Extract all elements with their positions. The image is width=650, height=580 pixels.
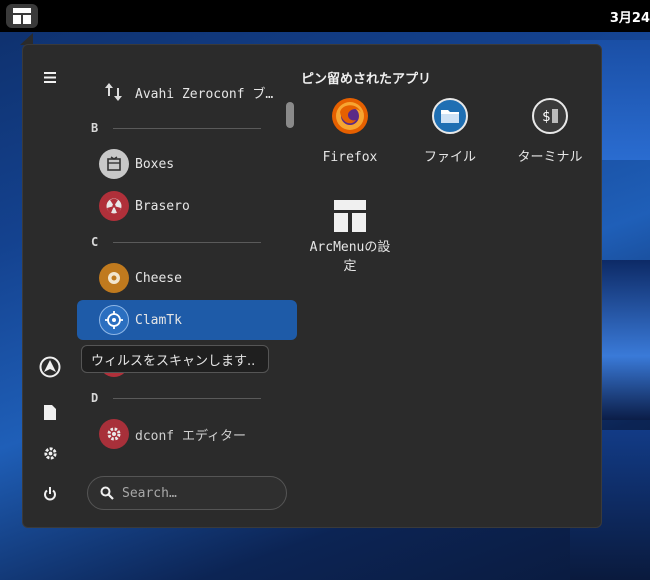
pinned-app-label: ターミナル xyxy=(517,150,583,165)
brasero-icon xyxy=(99,191,129,221)
app-item-boxes[interactable]: Boxes xyxy=(77,144,297,184)
firefox-icon xyxy=(332,98,368,134)
app-label: Brasero xyxy=(135,198,190,214)
arcmenu-layout-icon xyxy=(13,8,31,24)
dconf-icon xyxy=(99,419,129,449)
section-header-d: D xyxy=(91,390,261,406)
app-label: Boxes xyxy=(135,156,175,172)
arrows-icon xyxy=(99,77,129,107)
power-icon[interactable] xyxy=(38,482,62,506)
pinned-app-label: ファイル xyxy=(423,150,476,165)
pinned-app-files[interactable]: ファイル xyxy=(400,98,500,167)
files-icon xyxy=(432,98,468,134)
app-item-avahi[interactable]: Avahi Zeroconf ブ… xyxy=(77,72,297,112)
arcmenu-button[interactable] xyxy=(6,4,38,28)
tooltip: ウィルスをスキャンします.. xyxy=(81,345,269,373)
svg-text:$: $ xyxy=(542,109,550,125)
search-box[interactable] xyxy=(87,476,287,510)
app-label: ClamTk xyxy=(135,312,182,328)
app-label: dconf エディター xyxy=(135,428,247,444)
pinned-apps-title: ピン留めされたアプリ xyxy=(301,72,432,87)
terminal-icon: $ xyxy=(532,98,568,134)
pinned-app-arcmenu-settings[interactable]: ArcMenuの設定 xyxy=(300,198,400,276)
document-icon[interactable] xyxy=(38,400,62,424)
app-label: Cheese xyxy=(135,270,182,286)
cheese-icon xyxy=(99,263,129,293)
scrollbar-thumb[interactable] xyxy=(286,102,294,128)
gear-icon[interactable] xyxy=(38,441,62,465)
clock[interactable]: 3月24 xyxy=(610,7,650,26)
app-item-clamtk[interactable]: ClamTk xyxy=(77,300,297,340)
pinned-app-label: Firefox xyxy=(322,150,378,165)
section-header-c: C xyxy=(91,234,261,250)
app-label: Avahi Zeroconf ブ… xyxy=(135,86,274,102)
hamburger-icon[interactable] xyxy=(38,65,62,89)
app-item-dconf[interactable]: dconf エディター xyxy=(77,414,297,454)
top-bar: 3月24 xyxy=(0,0,650,32)
arch-icon[interactable] xyxy=(38,355,62,379)
pinned-app-terminal[interactable]: $ ターミナル xyxy=(500,98,600,167)
pinned-app-firefox[interactable]: Firefox xyxy=(300,98,400,167)
clamtk-icon xyxy=(99,305,129,335)
app-item-cheese[interactable]: Cheese xyxy=(77,258,297,298)
app-item-brasero[interactable]: Brasero xyxy=(77,186,297,226)
search-icon xyxy=(100,486,114,500)
search-input[interactable] xyxy=(122,485,272,501)
boxes-icon xyxy=(99,149,129,179)
section-header-b: B xyxy=(91,120,261,136)
pinned-app-label: ArcMenuの設定 xyxy=(309,240,391,274)
arcmenu-icon xyxy=(332,198,368,234)
